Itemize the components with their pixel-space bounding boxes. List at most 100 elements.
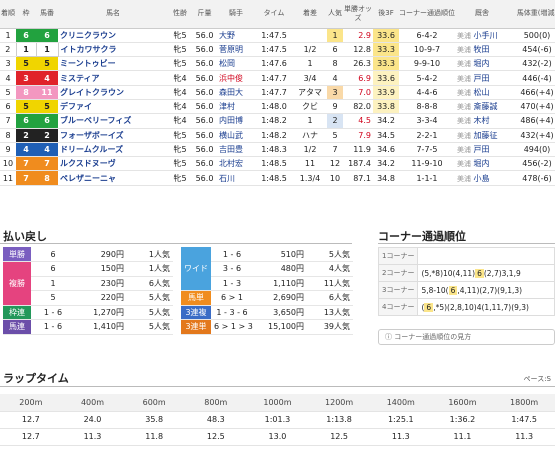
trainer-location: 美浦 <box>457 174 471 183</box>
corner-order-cell: 8-8-8 <box>399 99 455 115</box>
umaban-cell: 4 <box>36 142 58 158</box>
horse-weight-cell: 470(+4) <box>509 99 555 115</box>
lap-split-cell: 11.3 <box>61 428 124 446</box>
horse-name-link[interactable]: イトカワサクラ <box>58 42 168 58</box>
trainer-link[interactable]: 木村 <box>474 116 490 125</box>
trainer-link[interactable]: 斎藤誠 <box>474 102 498 111</box>
corner-howto-label: コーナー通過順位の見方 <box>394 333 472 341</box>
jockey-link[interactable]: 津村 <box>217 99 255 115</box>
popularity-cell: 4 <box>327 70 343 86</box>
results-header-row: 着順枠馬番 馬名 性齢 斤量 騎手 タイム 着差 人気 単勝オッズ 後3F コーナー通過順位 厩舎 馬体… <box>0 0 555 29</box>
popularity-cell: 9 <box>327 99 343 115</box>
result-row: 4 3 4 ミスティア 牝4 56.0 浜中俊 1:47.7 3/4 4 6.9 33.6 5-4-2 美… <box>0 70 555 86</box>
corner-order-post: (2,7)3,1,9 <box>483 268 521 278</box>
info-icon: ⓘ <box>385 333 395 341</box>
trainer-link[interactable]: 堀内 <box>474 159 490 168</box>
trainer-location: 美浦 <box>457 146 471 155</box>
sex-age-cell: 牝4 <box>168 70 192 86</box>
trainer-link[interactable]: 加藤征 <box>474 131 498 140</box>
lap-distance-cell: 400m <box>61 394 124 412</box>
corner-howto-link[interactable]: ⓘ コーナー通過順位の見方 <box>378 329 555 345</box>
horse-name-link[interactable]: フォーザボーイズ <box>58 128 168 143</box>
jockey-link[interactable]: 大野 <box>217 28 255 43</box>
umaban-cell: 1 <box>35 41 59 58</box>
bet-type-label: 単勝 <box>3 247 31 262</box>
jockey-link[interactable]: 内田博 <box>217 113 255 129</box>
corner-label: 1コーナー <box>377 247 419 265</box>
payout-amount: 2,690円 <box>253 290 307 306</box>
time-cell: 1:48.2 <box>255 113 293 129</box>
trainer-link[interactable]: 小島 <box>474 174 490 183</box>
weight-carried-cell: 56.0 <box>192 56 217 72</box>
corner-order <box>417 247 555 265</box>
corner-order-pre: (5,*8)10(4,11) <box>421 268 476 278</box>
results-header-cell: 人気 <box>327 0 343 29</box>
trainer-location: 美浦 <box>457 31 471 40</box>
horse-weight-cell: 500(0) <box>509 28 555 43</box>
corner-row: 3コーナー 5,8-10(6,4,11)(2,7)(9,1,3) <box>377 281 555 299</box>
horse-name-link[interactable]: ドリームクルーズ <box>58 142 168 158</box>
umaban-cell: 6 <box>36 113 58 129</box>
trainer-cell: 美浦 木村 <box>455 113 509 129</box>
last3f-cell: 34.2 <box>373 156 399 172</box>
result-row: 5 8 11 グレイトクラウン 牝4 56.0 森田大 1:47.7 アタマ 3 7.0 33.9 4-… <box>0 85 555 100</box>
payout-row: 複勝 6 150円 1人気 <box>3 261 173 306</box>
trainer-link[interactable]: 堀内 <box>474 59 490 68</box>
horse-name-link[interactable]: グレイトクラウン <box>58 85 168 100</box>
results-header-cell: タイム <box>255 0 293 29</box>
time-cell: 1:47.7 <box>255 85 293 100</box>
trainer-link[interactable]: 松山 <box>474 88 490 97</box>
sex-age-cell: 牝5 <box>168 156 192 172</box>
corner-order-post: ,4,11)(2,7)(9,1,3) <box>457 285 523 295</box>
popularity-cell: 12 <box>327 156 343 172</box>
popularity-cell: 7 <box>327 142 343 158</box>
sex-age-cell: 牝4 <box>168 85 192 100</box>
payout-popularity: 1人気 <box>127 261 173 277</box>
results-header-cell: 馬体重(増減) <box>509 0 555 29</box>
trainer-link[interactable]: 小手川 <box>474 31 498 40</box>
jockey-link[interactable]: 森田大 <box>217 85 255 100</box>
results-header-cell: 単勝オッズ <box>343 0 373 29</box>
horse-name-link[interactable]: ルクスドヌーヴ <box>58 156 168 172</box>
horse-name-link[interactable]: クリニクラウン <box>58 28 168 43</box>
waku-cell: 3 <box>16 70 36 86</box>
jockey-link[interactable]: 横山武 <box>217 128 255 143</box>
horse-name-link[interactable]: ペレザニーニャ <box>58 170 168 186</box>
horse-name-link[interactable]: デファイ <box>58 99 168 115</box>
last3f-cell: 33.3 <box>373 56 399 72</box>
umaban-cell: 5 <box>36 99 58 115</box>
jockey-link[interactable]: 吉田豊 <box>217 142 255 158</box>
horse-name-link[interactable]: ミーントゥビー <box>58 56 168 72</box>
popularity-cell: 5 <box>327 128 343 143</box>
payout-numbers: 6 > 1 > 3 <box>211 319 253 335</box>
rank-cell: 8 <box>0 128 16 143</box>
jockey-link[interactable]: 菅原明 <box>217 42 255 58</box>
payout-amount: 3,650円 <box>253 305 307 320</box>
horse-name-link[interactable]: ミスティア <box>58 70 168 86</box>
bet-type-label: 馬単 <box>181 290 211 306</box>
jockey-link[interactable]: 北村宏 <box>217 156 255 172</box>
waku-cell: 6 <box>16 113 36 129</box>
horse-name-link[interactable]: ブルーベリーフィズ <box>58 113 168 129</box>
results-header-cell: 着差 <box>293 0 327 29</box>
umaban-cell: 6 <box>36 28 58 43</box>
payout-left-table: 単勝 6 290円 1人気 複勝 6 150円 1人気 1 230円 6人気 5 220円 5人気 枠連 1 … <box>3 247 173 335</box>
jockey-link[interactable]: 浜中俊 <box>217 70 255 86</box>
results-header-cell: 馬名 <box>58 0 168 29</box>
pace-label: ペース:S <box>523 375 551 383</box>
odds-cell: 82.0 <box>343 99 373 115</box>
time-cell: 1:48.5 <box>255 156 293 172</box>
payout-popularity: 11人気 <box>307 276 353 291</box>
jockey-link[interactable]: 石川 <box>217 170 255 186</box>
trainer-link[interactable]: 牧田 <box>474 45 490 54</box>
corner-order-post: ,*5)(2,8,10)4(1,11,7)(9,3) <box>433 302 529 312</box>
time-cell: 1:47.6 <box>255 56 293 72</box>
time-cell: 1:48.5 <box>255 170 293 186</box>
payout-numbers: 1 - 6 <box>31 319 75 335</box>
time-cell: 1:47.5 <box>255 42 293 58</box>
trainer-link[interactable]: 戸田 <box>474 145 490 154</box>
jockey-link[interactable]: 松岡 <box>217 56 255 72</box>
payout-numbers: 1 - 3 <box>211 276 253 291</box>
weight-carried-cell: 56.0 <box>192 170 217 186</box>
trainer-link[interactable]: 戸田 <box>474 74 490 83</box>
